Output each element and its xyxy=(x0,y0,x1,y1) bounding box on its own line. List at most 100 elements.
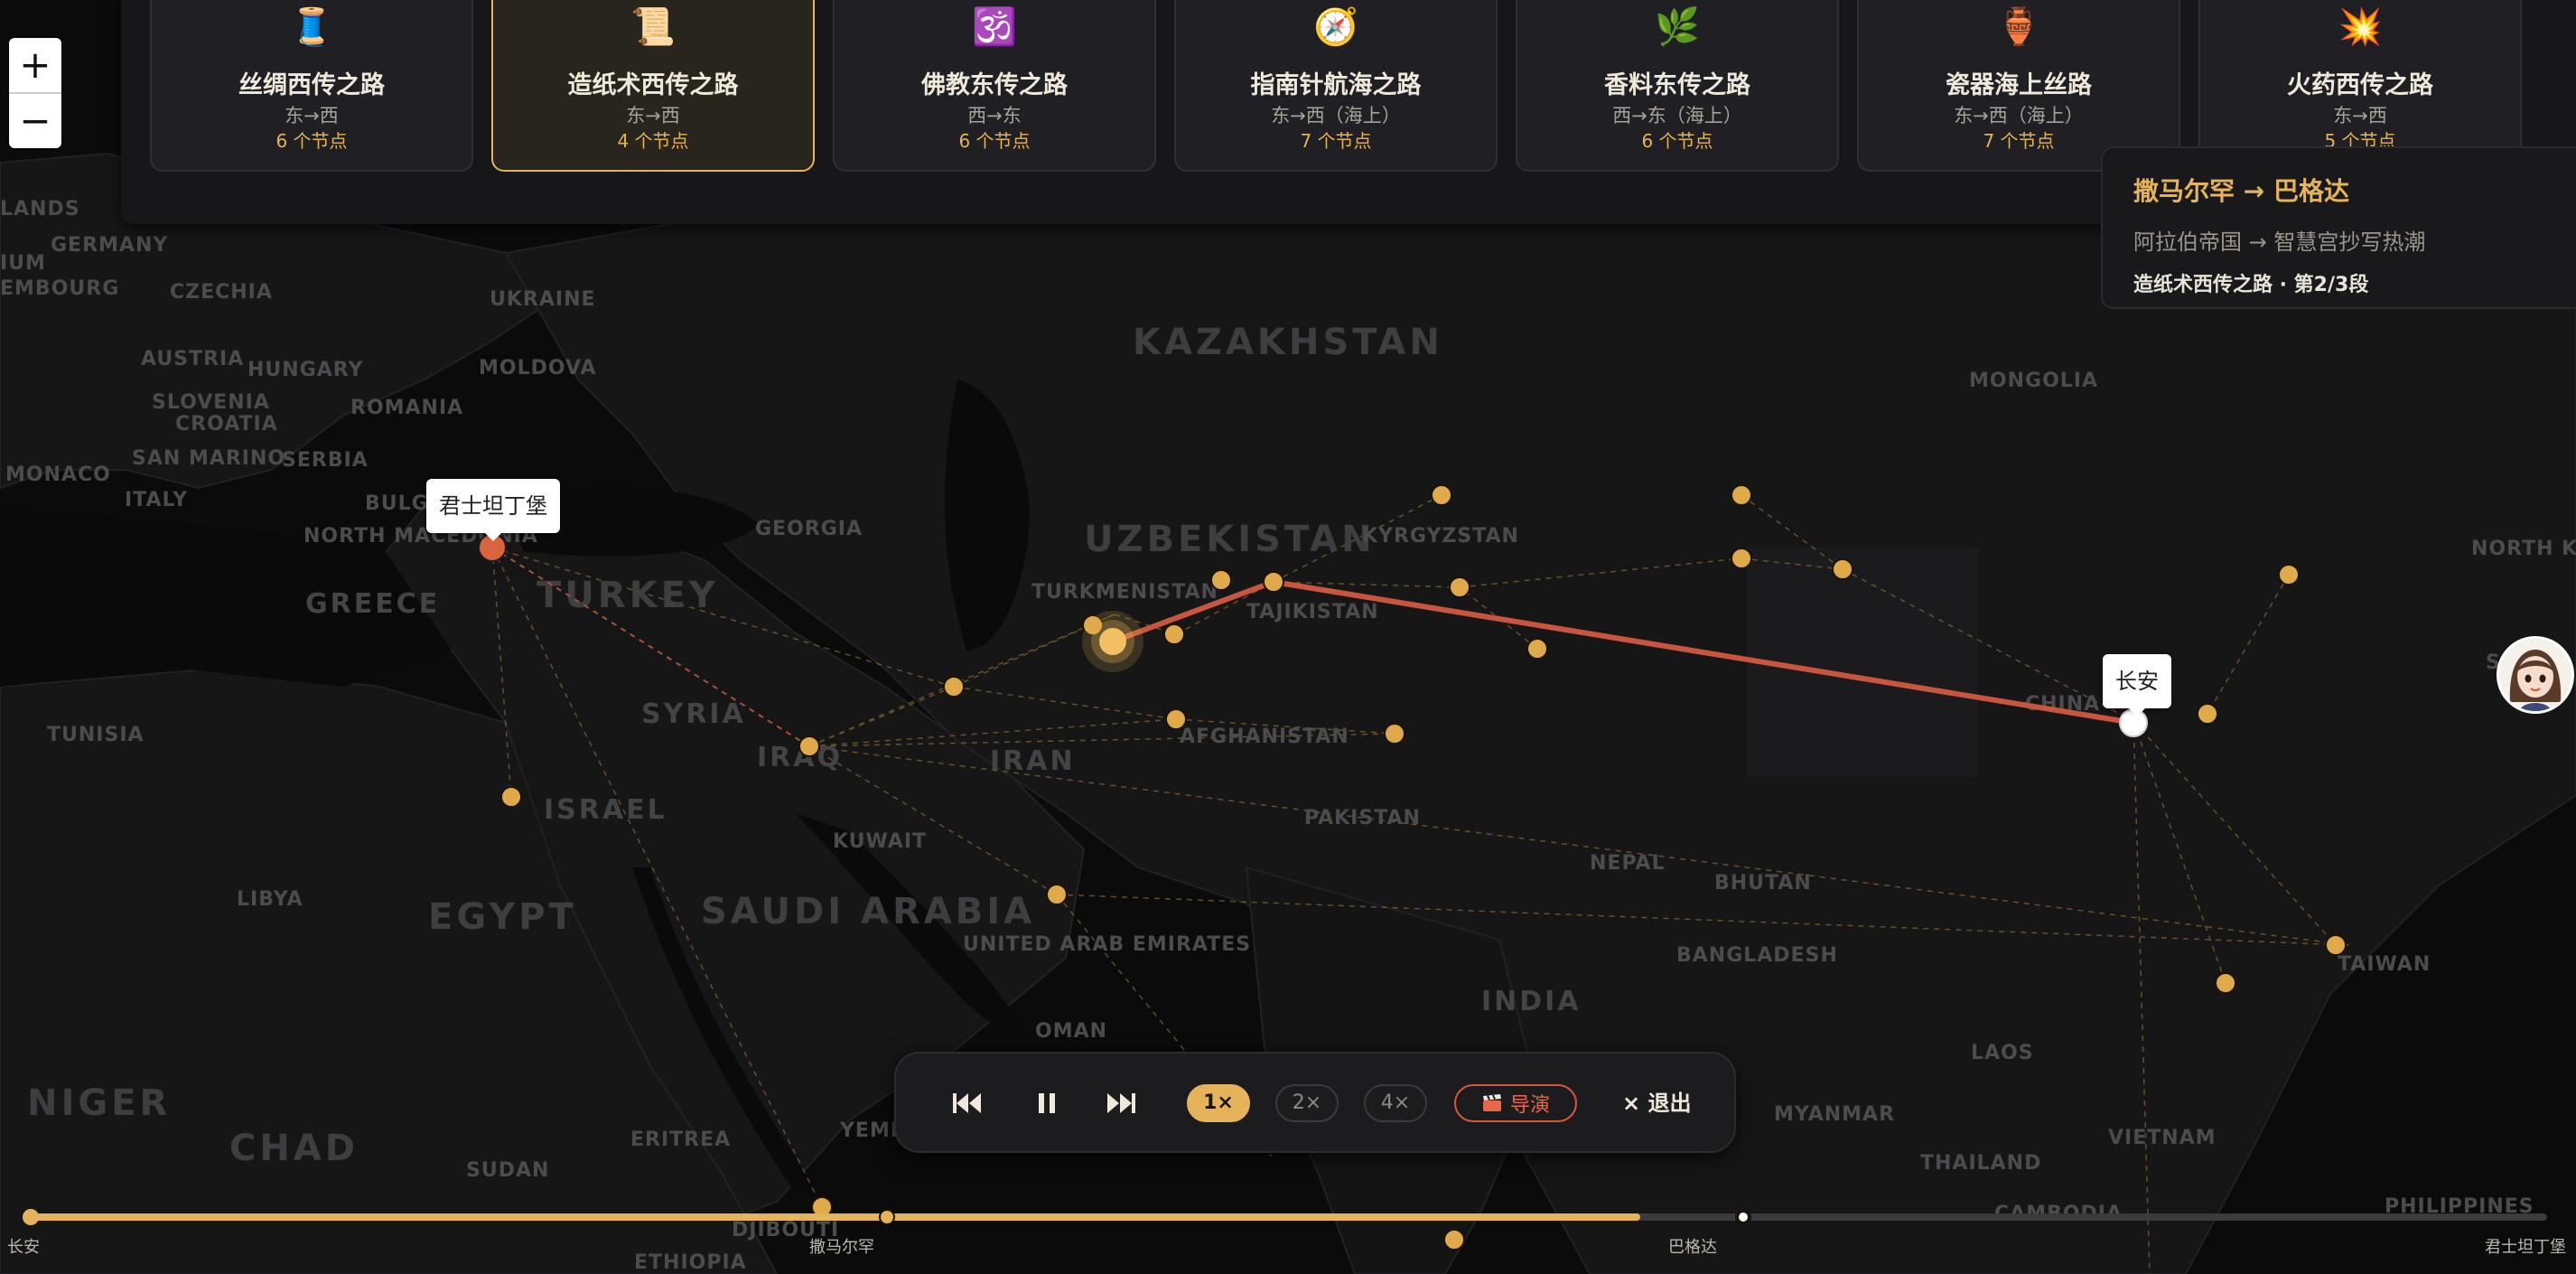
route-direction: 东→西 xyxy=(626,105,680,126)
om-icon: 🕉️ xyxy=(972,6,1017,48)
waypoint-node xyxy=(1832,558,1853,580)
map-label-uae: UNITED ARAB EMIRATES xyxy=(963,933,1251,956)
timeline-stop[interactable] xyxy=(1735,1209,1751,1225)
map-label-myanmar: MYANMAR xyxy=(1774,1103,1895,1126)
map-label-moldova: MOLDOVA xyxy=(479,357,597,379)
waypoint-node xyxy=(2197,703,2218,725)
pause-button[interactable] xyxy=(1026,1082,1068,1124)
waypoint-node xyxy=(943,676,965,698)
map-label-israel: ISRAEL xyxy=(544,794,667,826)
map-label-georgia: GEORGIA xyxy=(755,518,863,540)
map-label-tunisia: TUNISIA xyxy=(47,724,145,746)
timeline-stop[interactable] xyxy=(879,1209,895,1225)
route-direction: 西→东 xyxy=(967,105,1022,126)
map-label-uzbekistan: UZBEKISTAN xyxy=(1084,519,1376,560)
map-label-kyrgyzstan: KYRGYZSTAN xyxy=(1362,525,1519,548)
route-card-paper[interactable]: 📜 造纸术西传之路 东→西 4 个节点 xyxy=(491,0,815,172)
clapperboard-icon xyxy=(1482,1094,1501,1111)
map-label-vietnam: VIETNAM xyxy=(2108,1127,2217,1149)
zoom-control: + − xyxy=(9,38,61,148)
map-label-serbia: SERBIA xyxy=(282,449,369,472)
route-node-count: 6 个节点 xyxy=(958,130,1031,152)
map-label-greece: GREECE xyxy=(305,588,440,620)
zoom-out-button[interactable]: − xyxy=(9,92,61,148)
timeline-label-samarkand: 撒马尔罕 xyxy=(809,1238,874,1257)
waypoint-node xyxy=(1431,484,1452,506)
waypoint-node xyxy=(1384,723,1405,745)
waypoint-node xyxy=(2325,934,2347,956)
route-card-buddhism[interactable]: 🕉️ 佛教东传之路 西→东 6 个节点 xyxy=(833,0,1156,172)
route-name: 香料东传之路 xyxy=(1604,71,1750,99)
waypoint-node xyxy=(1731,548,1752,569)
waypoint-node xyxy=(1449,576,1470,598)
route-node-count: 6 个节点 xyxy=(275,130,348,152)
zoom-in-button[interactable]: + xyxy=(9,38,61,92)
route-direction: 东→西（海上） xyxy=(1271,105,1401,126)
waypoint-node xyxy=(1046,884,1068,905)
route-card-silk[interactable]: 🧵 丝绸西传之路 东→西 6 个节点 xyxy=(150,0,473,172)
route-card-compass[interactable]: 🧭 指南针航海之路 东→西（海上） 7 个节点 xyxy=(1174,0,1498,172)
waypoint-node xyxy=(1263,571,1284,593)
segment-info-card: 撒马尔罕 → 巴格达 阿拉伯帝国 → 智慧宫抄写热潮 造纸术西传之路 · 第2/… xyxy=(2101,146,2576,309)
map-label-afghanistan: AFGHANISTAN xyxy=(1180,726,1349,748)
map-label-embourg: EMBOURG xyxy=(0,277,119,300)
route-name: 指南针航海之路 xyxy=(1250,71,1422,99)
map-label-san-marino: SAN MARINO xyxy=(132,447,285,470)
timeline-label-constantinople: 君士坦丁堡 xyxy=(2485,1238,2566,1257)
explosion-icon: 💥 xyxy=(2338,6,2383,48)
map-label-egypt: EGYPT xyxy=(428,896,577,938)
route-card-spice[interactable]: 🌿 香料东传之路 西→东（海上） 6 个节点 xyxy=(1516,0,1839,172)
waypoint-node xyxy=(798,735,820,757)
map-label-tajikistan: TAJIKISTAN xyxy=(1246,601,1379,623)
waypoint-node xyxy=(1526,638,1548,660)
waypoint-node xyxy=(500,786,522,808)
map-label-slovenia: SLOVENIA xyxy=(152,391,270,414)
next-button[interactable] xyxy=(1100,1082,1142,1124)
pin-label-constantinople: 君士坦丁堡 xyxy=(426,479,560,541)
map-label-hungary: HUNGARY xyxy=(247,359,364,381)
map-label-austria: AUSTRIA xyxy=(141,348,244,370)
map-label-syria: SYRIA xyxy=(641,698,746,730)
route-direction: 东→西 xyxy=(2333,105,2387,126)
map-label-kuwait: KUWAIT xyxy=(833,830,927,853)
speed-4x-button[interactable]: 4× xyxy=(1364,1084,1427,1122)
assistant-avatar-icon xyxy=(2499,639,2571,711)
avatar[interactable] xyxy=(2497,636,2574,714)
director-button[interactable]: 导演 xyxy=(1454,1084,1577,1122)
map-label-saudi-arabia: SAUDI ARABIA xyxy=(701,891,1035,932)
map-label-ium: IUM xyxy=(0,252,46,275)
pin-label-changan: 长安 xyxy=(2103,654,2171,717)
previous-button[interactable] xyxy=(947,1082,988,1124)
herb-icon: 🌿 xyxy=(1655,6,1700,48)
timeline[interactable]: 长安 撒马尔罕 巴格达 君士坦丁堡 xyxy=(0,1202,2576,1274)
map-label-romania: ROMANIA xyxy=(350,397,463,419)
map-label-bulg: BULG xyxy=(365,492,429,515)
segment-subtitle: 阿拉伯帝国 → 智慧宫抄写热潮 xyxy=(2133,230,2426,255)
route-direction: 西→东（海上） xyxy=(1612,105,1742,126)
exit-button[interactable]: × 退出 xyxy=(1622,1084,1691,1122)
map-label-taiwan: TAIWAN xyxy=(2338,953,2431,976)
playback-controls: 1× 2× 4× 导演 × 退出 xyxy=(894,1052,1736,1153)
route-name: 丝绸西传之路 xyxy=(238,71,385,99)
moving-marker xyxy=(1099,628,1126,655)
map-label-thailand: THAILAND xyxy=(1920,1152,2041,1175)
map-label-ukraine: UKRAINE xyxy=(490,288,596,311)
director-label: 导演 xyxy=(1509,1094,1550,1117)
map-label-czechia: CZECHIA xyxy=(170,281,273,304)
map-label-libya: LIBYA xyxy=(237,888,303,911)
route-name: 瓷器海上丝路 xyxy=(1946,71,2092,99)
route-name: 火药西传之路 xyxy=(2287,71,2433,99)
timeline-stop[interactable] xyxy=(23,1209,39,1225)
speed-1x-button[interactable]: 1× xyxy=(1187,1084,1250,1122)
waypoint-node xyxy=(1163,623,1185,645)
skip-back-icon xyxy=(953,1093,981,1113)
waypoint-node xyxy=(1731,484,1752,506)
route-direction: 东→西（海上） xyxy=(1954,105,2084,126)
speed-2x-button[interactable]: 2× xyxy=(1275,1084,1339,1122)
thread-icon: 🧵 xyxy=(289,6,334,48)
waypoint-node xyxy=(1210,569,1232,591)
map-label-italy: ITALY xyxy=(125,489,188,511)
map-label-croatia: CROATIA xyxy=(175,413,278,436)
route-name: 佛教东传之路 xyxy=(921,71,1068,99)
map-label-iran: IRAN xyxy=(990,745,1076,777)
